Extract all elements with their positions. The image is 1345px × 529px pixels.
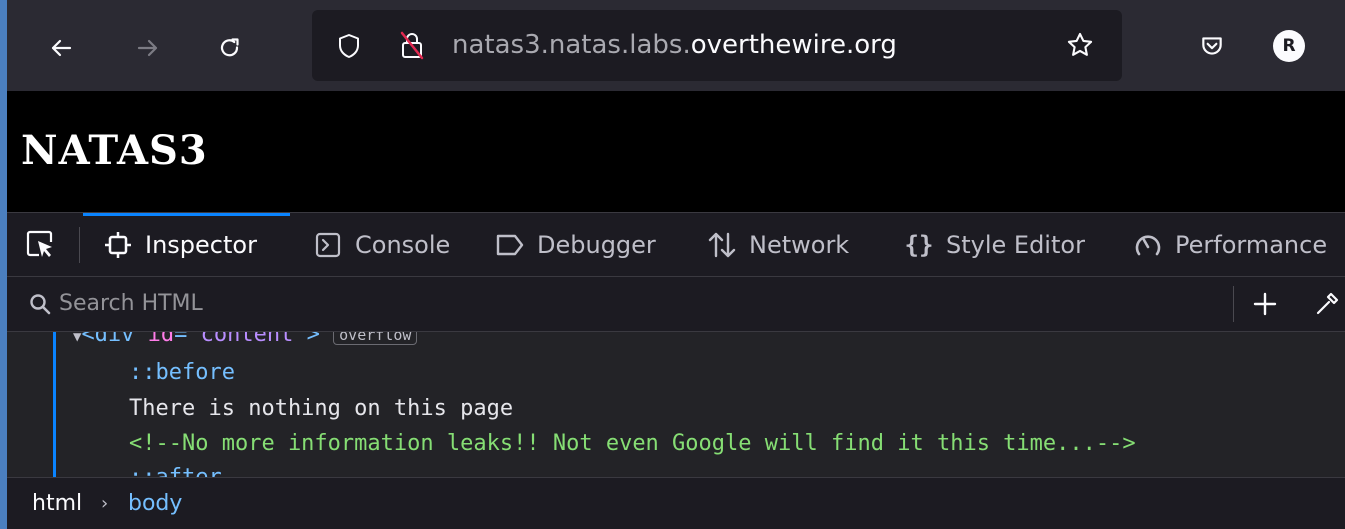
web-page: NATAS3: [7, 91, 1345, 212]
browser-toolbar: natas3.natas.labs.overthewire.org R: [7, 0, 1345, 91]
breadcrumb-html[interactable]: html: [32, 478, 82, 529]
devtools-panel: Inspector Console Debugger Network {} St…: [7, 212, 1345, 529]
insecure-lock-icon[interactable]: [398, 30, 426, 60]
comment-node[interactable]: <!--No more information leaks!! Not even…: [129, 431, 1136, 456]
eyedropper-icon[interactable]: [1313, 290, 1341, 318]
attr-name: id: [147, 332, 175, 347]
page-title: NATAS3: [21, 127, 208, 174]
bookmark-star-icon[interactable]: [1065, 30, 1095, 60]
tab-style-editor[interactable]: {} Style Editor: [904, 213, 1085, 277]
tab-debugger[interactable]: Debugger: [495, 213, 656, 277]
search-separator: [1233, 286, 1234, 322]
reload-button[interactable]: [204, 22, 256, 74]
tab-label: Style Editor: [946, 231, 1085, 259]
tab-label: Network: [749, 231, 850, 259]
forward-button[interactable]: [122, 22, 174, 74]
tab-console[interactable]: Console: [313, 213, 450, 277]
overflow-badge[interactable]: overflow: [333, 332, 418, 345]
search-input[interactable]: Search HTML: [59, 277, 203, 331]
html-search-bar[interactable]: Search HTML: [7, 277, 1345, 332]
tab-performance[interactable]: Performance: [1133, 213, 1327, 277]
console-icon: [313, 230, 343, 260]
markup-line-div[interactable]: ▼<div id="content"> overflow: [73, 332, 418, 347]
arrow-right-icon: [137, 39, 158, 57]
tab-separator: [79, 227, 80, 263]
pseudo-before[interactable]: ::before: [129, 360, 235, 385]
tag-close: ">: [293, 332, 320, 347]
attr-value: content: [200, 332, 294, 347]
breadcrumb-body[interactable]: body: [128, 478, 182, 529]
back-button[interactable]: [35, 22, 87, 74]
add-node-icon[interactable]: [1251, 290, 1279, 318]
div-tag: <div: [81, 332, 135, 347]
debugger-icon: [495, 230, 525, 260]
url-prefix: natas3.natas.labs.: [452, 30, 691, 60]
tab-label: Inspector: [145, 231, 257, 259]
url-domain: overthewire.org: [690, 30, 897, 60]
tab-label: Performance: [1175, 231, 1328, 259]
text-node[interactable]: There is nothing on this page: [129, 396, 513, 421]
tab-label: Console: [355, 231, 451, 259]
url-text[interactable]: natas3.natas.labs.overthewire.org: [452, 10, 897, 81]
performance-icon: [1133, 230, 1163, 260]
url-bar[interactable]: natas3.natas.labs.overthewire.org: [312, 10, 1122, 81]
devtools-tab-bar: Inspector Console Debugger Network {} St…: [7, 212, 1345, 277]
tab-inspector[interactable]: Inspector: [103, 213, 257, 277]
inspector-icon: [103, 230, 133, 260]
arrow-left-icon: [51, 39, 72, 57]
search-icon: [27, 291, 53, 317]
indent-guide: [53, 332, 56, 477]
shield-icon[interactable]: [336, 32, 362, 60]
pseudo-after[interactable]: ::after: [129, 465, 222, 477]
browser-window: natas3.natas.labs.overthewire.org R NATA…: [7, 0, 1345, 529]
network-icon: [707, 230, 737, 260]
profile-avatar[interactable]: R: [1273, 30, 1305, 62]
breadcrumb-chevron-icon: ›: [101, 493, 109, 514]
attr-equals: =": [174, 332, 201, 347]
element-picker-icon[interactable]: [25, 229, 55, 261]
style-editor-icon: {}: [904, 231, 934, 259]
pocket-icon[interactable]: [1197, 31, 1227, 61]
tab-network[interactable]: Network: [707, 213, 849, 277]
reload-icon: [220, 38, 239, 57]
tab-label: Debugger: [537, 231, 656, 259]
breadcrumb: html › body: [7, 477, 1345, 529]
markup-view: ▼<div id="content"> overflow ::before Th…: [7, 332, 1345, 477]
